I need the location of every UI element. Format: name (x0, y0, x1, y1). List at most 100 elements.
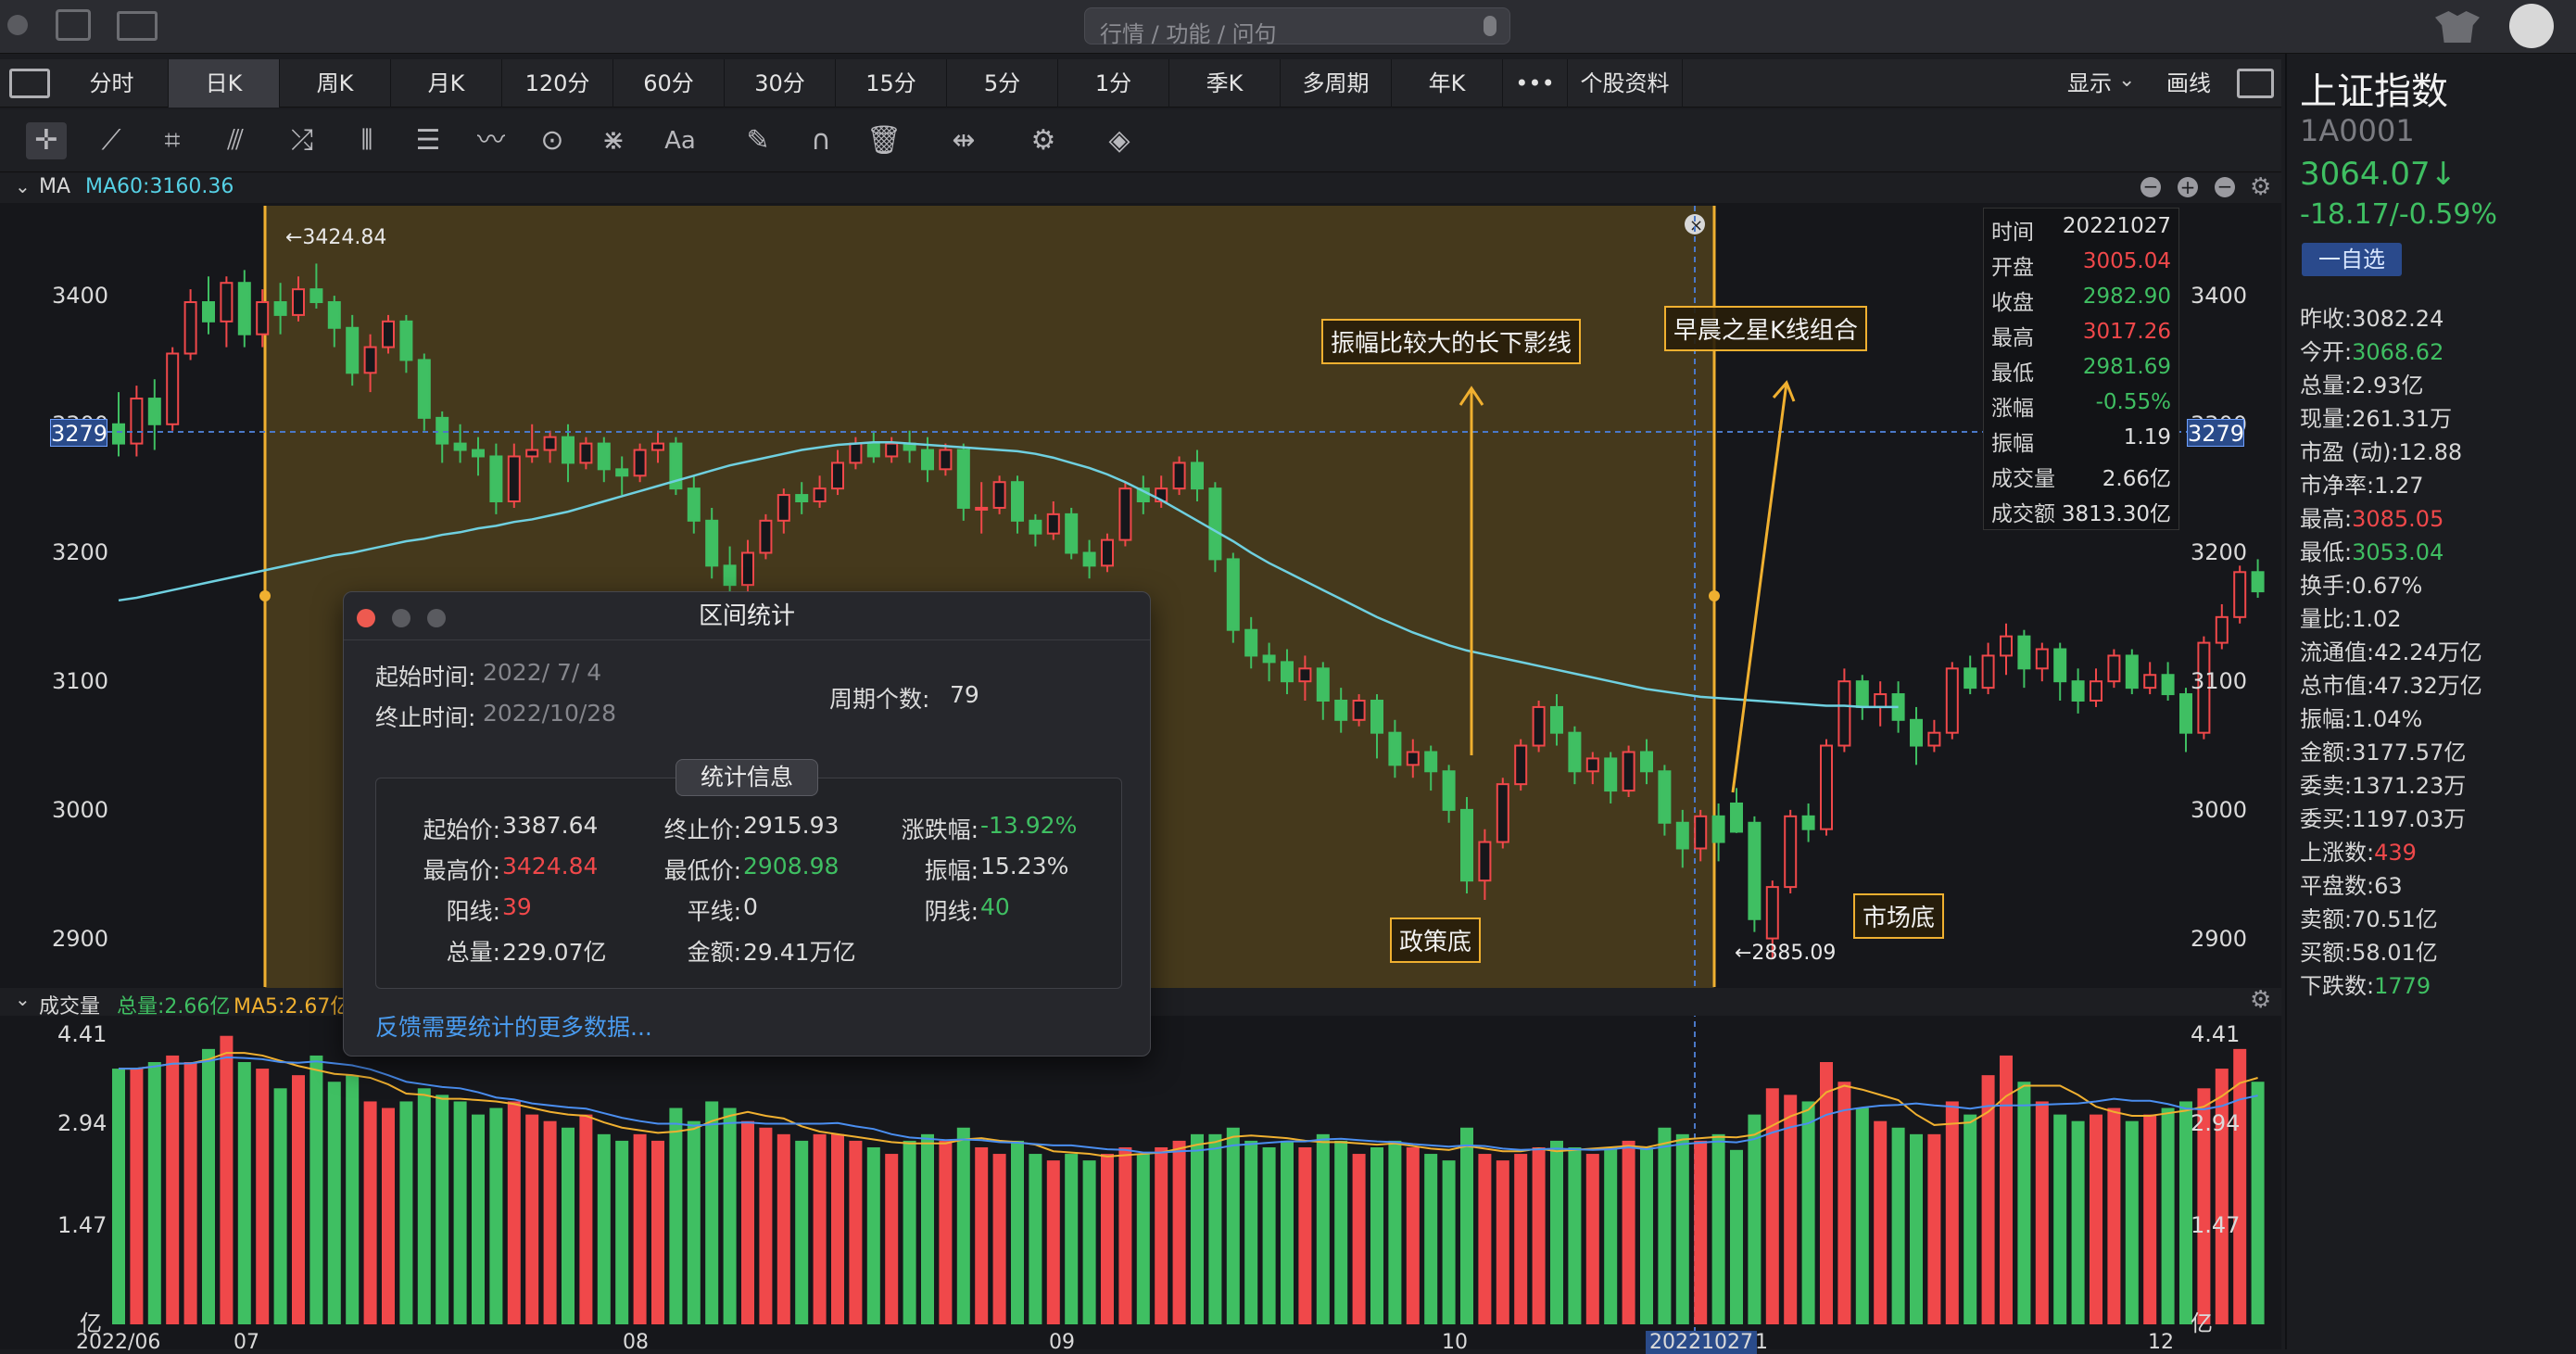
candle-body[interactable] (2161, 674, 2175, 696)
wave-tool-icon[interactable]: 〰 (471, 122, 511, 159)
candle-body[interactable] (1262, 654, 1276, 664)
tab-12[interactable]: 年K (1392, 59, 1503, 108)
candle-body[interactable] (2071, 680, 2085, 702)
candle-body[interactable] (1208, 487, 1222, 561)
candle-body[interactable] (363, 346, 377, 374)
candle-body[interactable] (992, 481, 1006, 509)
candle-body[interactable] (309, 288, 323, 304)
tab-3[interactable]: 月K (391, 59, 502, 108)
candle-body[interactable] (1855, 680, 1869, 708)
candle-body[interactable] (2017, 635, 2031, 670)
candle-body[interactable] (1622, 751, 1635, 792)
eraser-tool-icon[interactable]: ✎ (738, 122, 778, 159)
candle-body[interactable] (939, 449, 953, 471)
candle-body[interactable] (1406, 751, 1420, 766)
candle-body[interactable] (1748, 821, 1762, 920)
candle-body[interactable] (202, 301, 215, 323)
candle-body[interactable] (1281, 661, 1294, 683)
draw-line-button[interactable]: 画线 (2148, 59, 2229, 108)
tab-5[interactable]: 60分 (613, 59, 725, 108)
tab-10[interactable]: 季K (1169, 59, 1281, 108)
candle-body[interactable] (1460, 808, 1473, 882)
crop-tool-icon[interactable]: ⌗ (152, 122, 193, 159)
annotation-morning-star[interactable]: 早晨之星K线组合 (1664, 306, 1868, 351)
vertical-lines-tool-icon[interactable]: ⦀ (347, 122, 387, 159)
candle-body[interactable] (1801, 815, 1815, 830)
candle-body[interactable] (2035, 648, 2049, 670)
candle-body[interactable] (1585, 757, 1599, 773)
candle-body[interactable] (1964, 667, 1977, 690)
candle-body[interactable] (1694, 815, 1708, 850)
candle-body[interactable] (1550, 705, 1563, 734)
candle-body[interactable] (1101, 538, 1114, 567)
candle-body[interactable] (1568, 731, 1582, 773)
candle-body[interactable] (759, 519, 773, 554)
candle-body[interactable] (1532, 705, 1546, 747)
microphone-icon[interactable] (1484, 16, 1496, 36)
candle-body[interactable] (382, 320, 395, 348)
candle-body[interactable] (417, 359, 431, 419)
text-tool-icon[interactable]: Aa (660, 122, 701, 159)
candle-body[interactable] (741, 551, 754, 587)
tab-7[interactable]: 15分 (836, 59, 947, 108)
fan-tool-icon[interactable]: ⫻ (215, 122, 256, 159)
user-avatar-icon[interactable] (2509, 4, 2554, 48)
candle-body[interactable] (472, 449, 485, 458)
mail-icon[interactable] (117, 11, 158, 41)
magnet-tool-icon[interactable]: ∩ (801, 122, 841, 159)
candle-body[interactable] (1711, 815, 1725, 843)
candle-body[interactable] (633, 449, 647, 477)
candle-body[interactable] (1065, 512, 1079, 554)
candle-body[interactable] (1945, 667, 1959, 734)
candle-body[interactable] (166, 352, 180, 425)
candle-body[interactable] (1226, 558, 1240, 631)
candle-body[interactable] (1082, 551, 1096, 567)
candle-body[interactable] (543, 436, 557, 451)
panel-toggle-icon[interactable] (2237, 69, 2274, 98)
search-input[interactable]: 行情 / 功能 / 问句 (1084, 7, 1510, 47)
candle-body[interactable] (256, 301, 270, 335)
crosshair-tool-icon[interactable]: ✛ (26, 122, 67, 159)
candle-body[interactable] (921, 449, 934, 471)
candle-body[interactable] (615, 468, 629, 477)
candle-body[interactable] (956, 449, 970, 509)
add-watchlist-button[interactable]: 一自选 (2302, 243, 2402, 276)
tab-11[interactable]: 多周期 (1281, 59, 1392, 108)
candle-body[interactable] (346, 326, 360, 374)
candle-body[interactable] (866, 442, 880, 458)
candle-body[interactable] (1820, 744, 1833, 830)
candle-body[interactable] (1874, 693, 1888, 708)
sidebar-toggle-icon[interactable] (9, 69, 50, 98)
candle-body[interactable] (489, 455, 503, 503)
tab-6[interactable]: 30分 (725, 59, 836, 108)
volume-settings-icon[interactable]: ⚙ (2250, 986, 2271, 1014)
candle-body[interactable] (2053, 648, 2067, 683)
candle-body[interactable] (1029, 519, 1042, 535)
candle-body[interactable] (220, 282, 234, 323)
windows-icon[interactable] (56, 9, 91, 41)
skin-icon[interactable] (2435, 11, 2480, 43)
candle-body[interactable] (1910, 718, 1923, 747)
candle-body[interactable] (651, 442, 664, 451)
trash-tool-icon[interactable]: 🗑 (864, 122, 904, 159)
layers-tool-icon[interactable]: ◈ (1099, 122, 1140, 159)
annotation-market-bottom[interactable]: 市场底 (1853, 893, 1945, 939)
settings-tool-icon[interactable]: ⚙ (1023, 122, 1064, 159)
tab-4[interactable]: 120分 (502, 59, 613, 108)
tab-9[interactable]: 1分 (1058, 59, 1169, 108)
candle-body[interactable] (436, 416, 449, 445)
tab-0[interactable]: 分时 (56, 59, 169, 108)
candle-body[interactable] (2107, 654, 2121, 683)
candle-body[interactable] (183, 301, 197, 355)
candle-body[interactable] (130, 398, 144, 445)
candle-body[interactable] (1496, 783, 1509, 843)
sync-tool-icon[interactable]: ⇹ (943, 122, 984, 159)
candle-body[interactable] (237, 282, 251, 335)
candle-body[interactable] (1352, 699, 1366, 721)
pattern-tool-icon[interactable]: ⋇ (593, 122, 634, 159)
candle-body[interactable] (2215, 615, 2229, 644)
feedback-link[interactable]: 反馈需要统计的更多数据... (375, 1009, 652, 1043)
candle-body[interactable] (1981, 654, 1995, 690)
close-window-icon[interactable] (357, 609, 375, 627)
candle-body[interactable] (147, 398, 161, 425)
